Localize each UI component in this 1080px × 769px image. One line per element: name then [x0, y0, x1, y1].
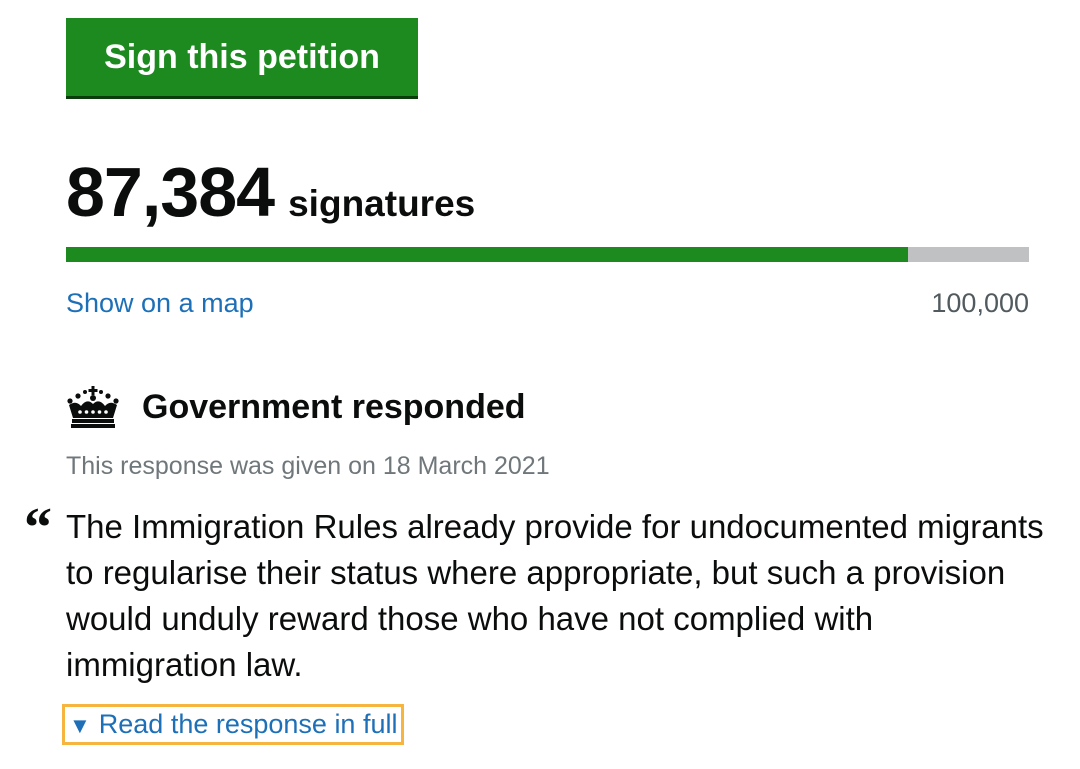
petition-page: Sign this petition 87,384 signatures Show…: [0, 0, 1080, 769]
triangle-down-icon: ▼: [69, 713, 91, 738]
sign-petition-button[interactable]: Sign this petition: [66, 18, 418, 99]
signature-label: signatures: [288, 183, 476, 224]
show-on-map-link[interactable]: Show on a map: [66, 288, 254, 319]
signature-progress-bar: [66, 247, 1029, 262]
read-response-label: Read the response in full: [98, 709, 398, 739]
government-responded-heading: Government responded: [142, 387, 526, 426]
response-date: This response was given on 18 March 2021: [66, 452, 550, 480]
signature-count-row: 87,384 signatures: [66, 152, 475, 232]
government-response-header: Government responded: [66, 386, 526, 428]
signature-progress-fill: [66, 247, 908, 262]
crown-icon: [67, 386, 119, 428]
read-response-in-full-toggle[interactable]: ▼ Read the response in full: [62, 704, 405, 745]
response-summary: The Immigration Rules already provide fo…: [66, 508, 1044, 683]
quote-mark-icon: “: [24, 497, 52, 559]
signature-count: 87,384: [66, 153, 275, 231]
signature-target: 100,000: [931, 288, 1029, 318]
